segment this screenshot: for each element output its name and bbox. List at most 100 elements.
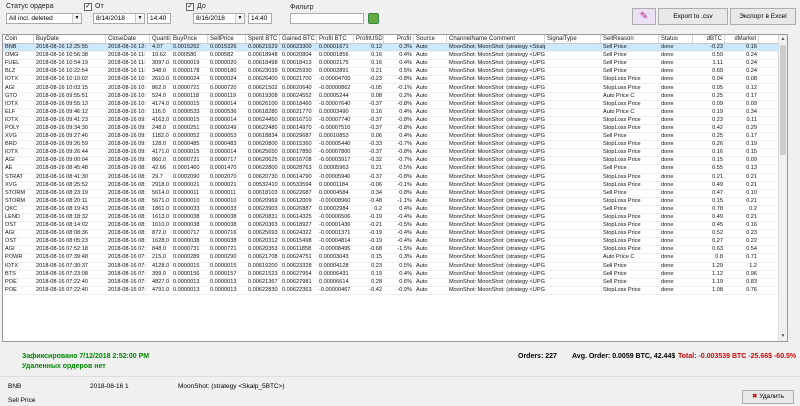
calendar-icon[interactable]: ▼ [135, 14, 144, 23]
table-cell: -0.00006506 [319, 214, 351, 221]
to-time-input[interactable]: 14:40 [248, 13, 272, 24]
table-row[interactable]: AGI 2018-08-16 08:08:36 2018-08-16 08: 872.… [3, 230, 787, 239]
table-row[interactable]: POLY 2018-08-16 09:34:30 2018-08-16 09: 248… [3, 124, 787, 134]
table-row[interactable]: AGI 2018-08-16 10:03:15 2018-08-16 10: 862.… [3, 84, 787, 93]
table-cell: 0.42 [712, 124, 723, 131]
from-time-input[interactable]: 14:40 [147, 13, 171, 24]
table-row[interactable]: LEND 2018-08-16 08:18:32 2018-08-16 08: 161… [3, 214, 787, 223]
table-row[interactable]: IOTX 2018-08-16 09:55:13 2018-08-16 10: 417… [3, 101, 787, 109]
table-cell: 0.00620804 [282, 52, 312, 59]
table-cell: 0.4% [399, 52, 412, 59]
column-header[interactable]: Source [414, 35, 447, 43]
table-row[interactable]: BRD 2018-08-16 09:26:59 2018-08-16 09: 128.… [3, 141, 787, 150]
column-header[interactable]: BuyPrice [171, 35, 208, 43]
table-row[interactable]: IOTX 2018-08-16 10:10:02 2018-08-16 10: 261… [3, 76, 787, 85]
table-cell: -1.5% [397, 246, 412, 253]
table-row[interactable]: XVG 2018-08-16 09:27:46 2018-08-16 09: 1182… [3, 133, 787, 142]
table-row[interactable]: POE 2018-08-16 07:22:40 2018-08-16 07: 4827… [3, 279, 787, 287]
table-row[interactable]: IOTX 2018-08-16 07:30:37 2018-08-16 07: 412… [3, 263, 787, 271]
delete-button[interactable]: ✖ Удалить [742, 390, 794, 404]
clear-button[interactable]: ✎ [632, 8, 656, 25]
table-cell: 0.0000119 [210, 92, 237, 99]
column-header[interactable]: BuyDate [34, 35, 106, 43]
table-row[interactable]: ELF 2018-08-16 09:46:12 2018-08-16 10: 116.… [3, 109, 787, 117]
table-row[interactable]: XVG 2018-08-16 08:25:52 2018-08-16 08: 2918… [3, 182, 787, 190]
table-row[interactable]: FUEL 2018-08-16 10:54:19 2018-08-16 11: 309… [3, 60, 787, 69]
table-cell: 2018-08-16 09:34:30 [36, 124, 88, 131]
table-row[interactable]: IOTX 2018-08-16 09:26:44 2018-08-16 09: 417… [3, 149, 787, 158]
table-row[interactable]: BNB 2018-08-16 12:25:55 2018-08-16 12: 4.07… [3, 44, 787, 53]
column-header[interactable]: SellReason [601, 35, 659, 43]
table-cell: Auto Price C [603, 254, 635, 261]
column-header[interactable]: ChannelName Comment [447, 35, 545, 43]
table-row[interactable]: AE 2018-08-16 08:45:48 2018-08-16 08: 42.66… [3, 165, 787, 174]
scroll-up-icon[interactable]: ▲ [779, 35, 787, 44]
table-cell: 0.24 [746, 60, 757, 67]
table-cell: 0.00627954 [282, 270, 312, 277]
refresh-icon[interactable] [368, 13, 379, 24]
table-cell: 2018-08-16 10:03:15 [36, 84, 88, 91]
column-header[interactable]: SellPrice [208, 35, 246, 43]
table-cell: 0.34 [746, 108, 757, 115]
table-cell: 0.4% [399, 205, 412, 212]
column-header[interactable]: Quantity [150, 35, 171, 43]
table-cell: 0.00622830 [248, 286, 278, 293]
column-header[interactable]: Coin [3, 35, 34, 43]
table-cell: Auto [416, 100, 428, 107]
scroll-thumb[interactable] [780, 45, 786, 155]
vertical-scrollbar[interactable]: ▲ ▼ [778, 35, 787, 341]
table-row[interactable]: STORM 2018-08-16 08:20:11 2018-08-16 08: 56… [3, 198, 787, 206]
table-row[interactable]: OMG 2018-08-16 10:56:38 2018-08-16 11: 10.6… [3, 52, 787, 61]
column-header[interactable]: Status [659, 35, 693, 43]
table-cell: 0.00626100 [248, 100, 278, 107]
table-cell: 215.0 [152, 254, 166, 261]
table-cell: -0.42 [369, 286, 382, 293]
status-select[interactable]: All incl. deleted ▼ [6, 13, 82, 24]
to-date-input[interactable]: 8/16/2018 ▼ [193, 13, 245, 24]
scroll-down-icon[interactable]: ▼ [779, 332, 787, 341]
column-header[interactable]: ProfitUSDT [354, 35, 384, 43]
export-csv-button[interactable]: Export to .csv [658, 8, 728, 25]
table-cell: -0.1% [397, 84, 412, 91]
table-row[interactable]: POWR 2018-08-16 07:39:48 2018-08-16 07: 215… [3, 254, 787, 263]
table-cell: done [661, 52, 674, 59]
column-header[interactable]: Gained BTC [280, 35, 317, 43]
table-cell: -0.00001371 [319, 230, 351, 237]
filter-input[interactable] [290, 13, 364, 24]
column-header[interactable]: Profit BTC [317, 35, 354, 43]
table-cell: 0.19 [712, 108, 723, 115]
table-row[interactable]: AGI 2018-08-16 07:52:18 2018-08-16 07: 848.… [3, 246, 787, 255]
table-row[interactable]: GTO 2018-08-16 09:55:51 2018-08-16 10: 524.… [3, 93, 787, 101]
table-cell: -0.33 [369, 141, 382, 148]
table-cell: -0.19 [369, 230, 382, 237]
column-header[interactable]: dBTC [693, 35, 725, 43]
column-header[interactable]: CloseDate [106, 35, 150, 43]
table-row[interactable]: OST 2018-08-16 08:05:23 2018-08-16 08: 1628… [3, 238, 787, 247]
table-cell: QKC [5, 205, 18, 212]
table-cell: Auto [416, 205, 428, 212]
table-row[interactable]: BTS 2018-08-16 07:23:08 2018-08-16 07: 399.… [3, 271, 787, 279]
calendar-icon[interactable]: ▼ [235, 14, 244, 23]
table-row[interactable]: STORM 2018-08-16 08:23:19 2018-08-16 08: 56… [3, 190, 787, 198]
from-date-input[interactable]: 8/14/2018 ▼ [93, 13, 145, 24]
table-row[interactable]: OST 2018-08-16 08:14:02 2018-08-16 08: 1610… [3, 222, 787, 231]
table-row[interactable]: IOTX 2018-08-16 09:41:23 2018-08-16 09: 416… [3, 117, 787, 125]
table-row[interactable]: AGI 2018-08-16 09:00:04 2018-08-16 09: 860.… [3, 157, 787, 166]
table-cell: 2018-08-16 09:00:04 [36, 157, 88, 164]
table-cell: BLZ [5, 68, 16, 75]
table-cell: 0.83 [746, 278, 757, 285]
table-row[interactable]: POE 2018-08-16 07:22:40 2018-08-16 07: 4791… [3, 287, 787, 295]
to-checkbox[interactable]: ✓ [186, 3, 194, 11]
column-header[interactable]: dMarket [725, 35, 759, 43]
table-row[interactable]: QKC 2018-08-16 08:19:43 2018-08-16 08: 1861… [3, 206, 787, 214]
table-row[interactable]: BLZ 2018-08-16 10:22:54 2018-08-16 11: 348.… [3, 68, 787, 77]
table-row[interactable]: STRAT 2018-08-16 08:41:30 2018-08-16 08: 29… [3, 174, 787, 182]
table-cell: -0.00007640 [319, 100, 351, 107]
column-header[interactable]: Spent BTC [246, 35, 280, 43]
column-header[interactable]: Profit [384, 35, 414, 43]
table-cell: Auto [416, 108, 428, 115]
table-cell: 0.00616710 [282, 116, 312, 123]
from-checkbox[interactable]: ✓ [84, 3, 92, 11]
export-excel-button[interactable]: Экспорт в Excel [730, 8, 796, 25]
column-header[interactable]: SignalType [545, 35, 601, 43]
